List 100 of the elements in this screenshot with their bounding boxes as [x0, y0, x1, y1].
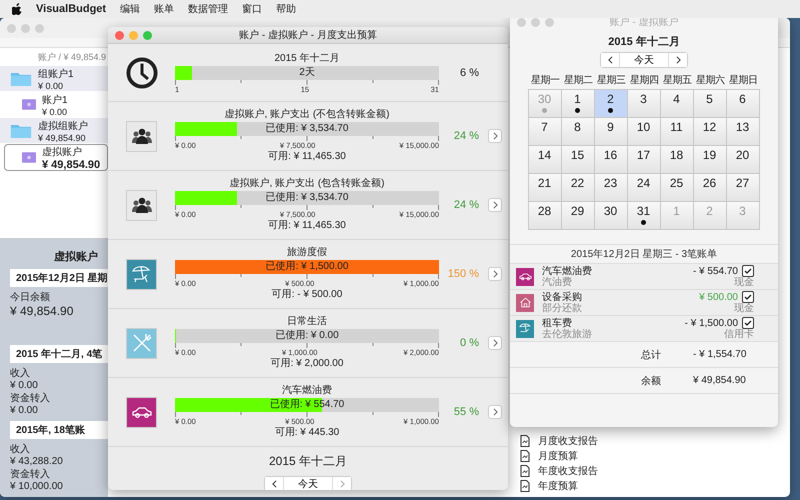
summary-title: 虚拟账户	[53, 250, 99, 264]
menu-item[interactable]: 数据管理	[188, 2, 228, 16]
weekday-label: 星期三	[596, 74, 626, 88]
transaction-amount: - ¥ 554.70	[692, 266, 738, 276]
details-button[interactable]	[488, 129, 502, 143]
calendar-day[interactable]: 1	[560, 89, 594, 118]
calendar-day[interactable]: 3	[626, 89, 660, 118]
calendar-day[interactable]: 4	[660, 89, 694, 118]
percent-label: 0 %	[459, 337, 479, 349]
transaction-amount: - ¥ 1,500.00	[684, 318, 738, 328]
checkbox[interactable]	[742, 291, 754, 303]
bar-label: 已使用: ¥ 3,534.70	[264, 191, 350, 205]
calendar-day[interactable]: 16	[594, 145, 628, 174]
report-item[interactable]: 月度预算	[520, 448, 790, 463]
menu-item[interactable]: 窗口	[242, 2, 262, 16]
details-button[interactable]	[488, 267, 502, 281]
calendar-day[interactable]: 18	[660, 145, 694, 174]
calendar-day[interactable]: 28	[528, 201, 562, 230]
today-button[interactable]: 今天	[283, 477, 333, 490]
menu-item[interactable]: 帮助	[276, 2, 296, 16]
menu-item[interactable]: 账单	[154, 2, 174, 16]
calendar-day[interactable]: 30	[594, 201, 628, 230]
calendar-day[interactable]: 6	[726, 89, 760, 118]
calendar-day[interactable]: 22	[560, 173, 594, 202]
chevron-left-icon	[608, 56, 612, 64]
percent-label: 6 %	[459, 66, 479, 78]
wallet-icon	[22, 152, 36, 163]
account-row[interactable]: 虚拟账户 ¥ 49,854.90	[4, 144, 108, 171]
checkmark-icon	[743, 266, 753, 276]
total-label: 余额	[641, 374, 662, 388]
calendar-day[interactable]: 15	[560, 145, 594, 174]
transaction-amount: ¥ 500.00	[699, 292, 738, 302]
calendar-day[interactable]: 29	[560, 201, 594, 230]
summary-label: 收入	[10, 366, 31, 380]
weekday-label: 星期二	[562, 74, 594, 88]
budget-title: 虚拟账户, 账户支出 (不包含转账金额)	[224, 108, 390, 122]
transaction-row[interactable]: 汽车燃油费 汽油费 - ¥ 554.70 现金	[510, 264, 778, 290]
summary-label: 资金转入	[10, 468, 51, 481]
checkbox[interactable]	[742, 265, 754, 277]
account-balance: ¥ 0.00	[38, 80, 64, 90]
transaction-row[interactable]: 设备采购 部分还款 ¥ 500.00 现金	[510, 290, 778, 316]
apple-logo-icon[interactable]	[12, 3, 22, 15]
calendar-day[interactable]: 2	[594, 89, 628, 118]
total-label: 总计	[641, 348, 662, 362]
calendar-day[interactable]: 5	[692, 89, 726, 118]
calendar-day[interactable]: 10	[626, 117, 660, 146]
calendar-day[interactable]: 13	[726, 117, 760, 146]
account-label: 信用卡	[724, 329, 754, 340]
transaction-title: 设备采购	[542, 292, 583, 302]
calendar-day[interactable]: 21	[528, 173, 562, 202]
calendar-day[interactable]: 24	[626, 173, 660, 202]
calendar-day[interactable]: 20	[726, 145, 760, 174]
calendar-day[interactable]: 11	[660, 117, 694, 146]
chevron-right-icon	[340, 480, 344, 488]
period-title: 2015 年十二月	[273, 52, 341, 66]
report-item[interactable]: 年度收支报告	[520, 463, 790, 478]
checkbox[interactable]	[742, 317, 754, 329]
account-row[interactable]: 虚拟组账户 ¥ 49,854.90	[0, 118, 108, 144]
calendar-day[interactable]: 25	[660, 173, 694, 202]
weekday-label: 星期五	[662, 74, 693, 88]
account-row[interactable]: 组账户1 ¥ 0.00	[0, 66, 108, 92]
report-item[interactable]: 年度预算	[520, 478, 790, 493]
account-balance: ¥ 0.00	[42, 106, 68, 116]
menu-item[interactable]: 编辑	[120, 2, 140, 16]
calendar-day[interactable]: 19	[692, 145, 726, 174]
calendar-day[interactable]: 23	[594, 173, 628, 202]
calendar-day[interactable]: 14	[528, 145, 562, 174]
calendar-day[interactable]: 26	[692, 173, 726, 202]
transaction-row[interactable]: 租车费 去伦敦旅游 - ¥ 1,500.00 信用卡	[510, 316, 778, 342]
transaction-title: 汽车燃油费	[542, 266, 593, 276]
calendar-day[interactable]: 27	[726, 173, 760, 202]
chevron-right-icon	[492, 270, 498, 278]
calendar-day[interactable]: 8	[560, 117, 594, 146]
account-name: 账户1	[42, 94, 68, 106]
details-button[interactable]	[488, 405, 502, 419]
calendar-day[interactable]: 7	[528, 117, 562, 146]
details-button[interactable]	[488, 336, 502, 350]
transaction-note: 去伦敦旅游	[542, 328, 593, 340]
report-item[interactable]: 月度收支报告	[520, 433, 790, 448]
clock-icon	[124, 56, 158, 90]
details-button[interactable]	[488, 198, 502, 212]
percent-label: 150 %	[446, 268, 479, 280]
summary-value: ¥ 43,288.20	[10, 456, 64, 467]
account-name: 虚拟组账户	[38, 120, 88, 132]
window-close-button[interactable]	[115, 30, 124, 40]
percent-label: 24 %	[452, 199, 479, 211]
summary-value: ¥ 49,854.90	[10, 304, 74, 318]
calendar-day[interactable]: 31	[626, 201, 660, 230]
today-button[interactable]: 今天	[619, 53, 669, 67]
app-menu[interactable]: VisualBudget	[36, 3, 106, 15]
summary-label: 收入	[10, 442, 31, 456]
account-balance: ¥ 49,854.90	[42, 158, 100, 170]
calendar-day[interactable]: 9	[594, 117, 628, 146]
chevron-right-icon	[492, 408, 498, 416]
folder-icon	[10, 70, 32, 87]
document-icon	[520, 434, 530, 446]
total-value: ¥ 49,854.90	[693, 375, 746, 386]
calendar-day[interactable]: 17	[626, 145, 660, 174]
calendar-day[interactable]: 12	[692, 117, 726, 146]
sidebar-header: 账户 / ¥ 49,854.9	[36, 51, 107, 64]
